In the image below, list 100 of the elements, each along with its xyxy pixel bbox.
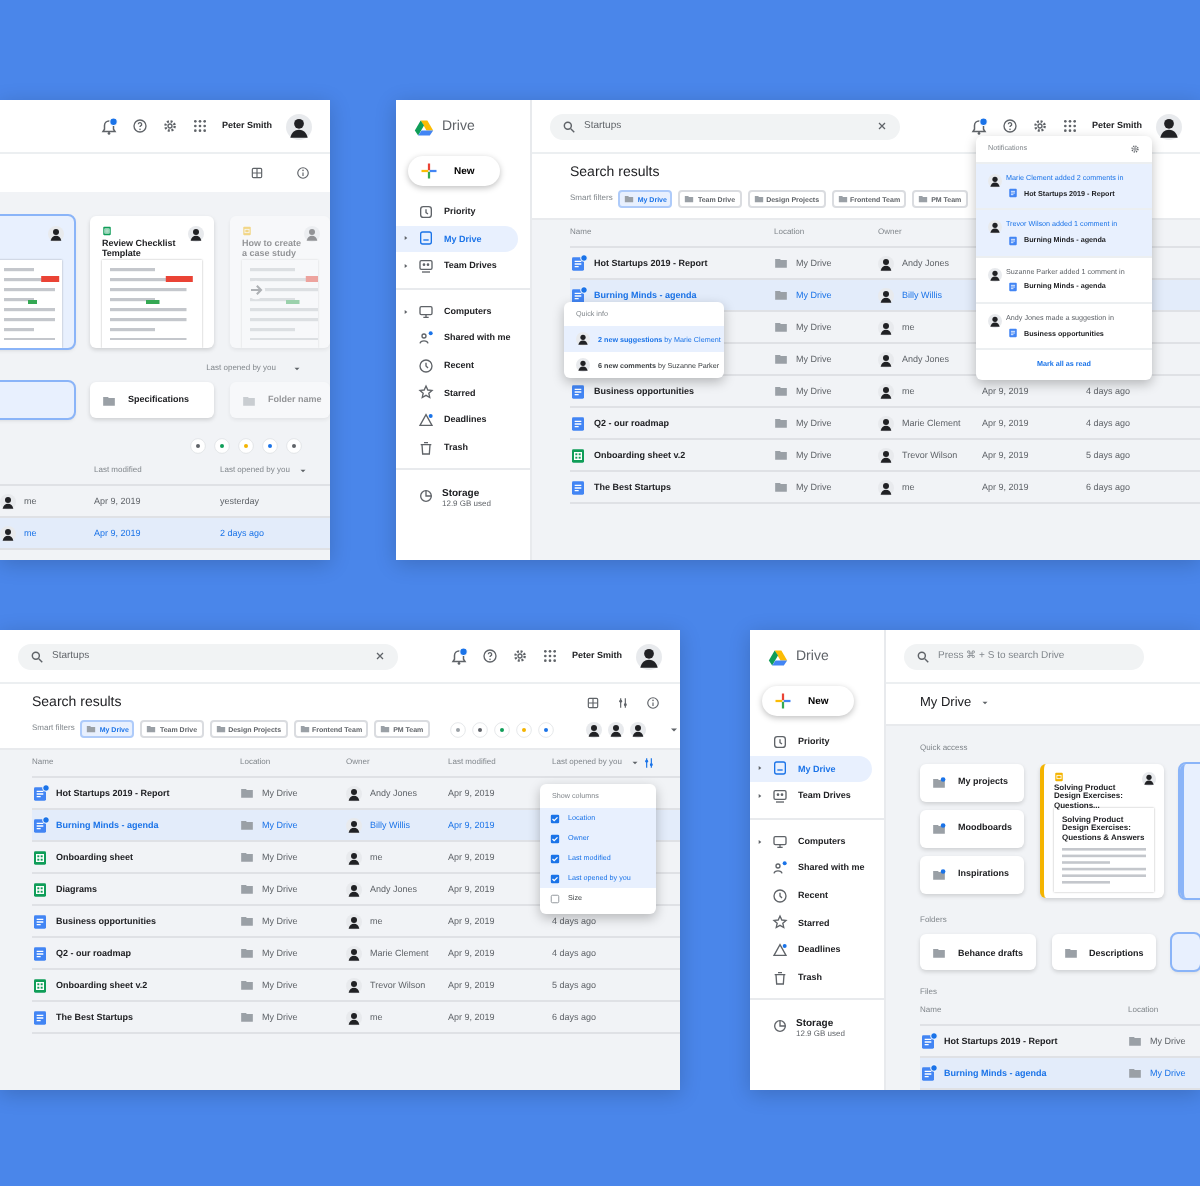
help-icon[interactable] bbox=[1001, 118, 1018, 134]
grid-view-icon[interactable] bbox=[250, 166, 264, 180]
folder-icon bbox=[774, 480, 788, 495]
apps-icon[interactable] bbox=[1061, 118, 1078, 134]
folder-icon bbox=[837, 194, 848, 205]
dropdown-icon[interactable] bbox=[979, 698, 990, 709]
avatar-icon bbox=[878, 287, 894, 304]
notifications-icon[interactable] bbox=[99, 117, 118, 135]
document-icon bbox=[1008, 328, 1018, 339]
info-icon[interactable] bbox=[646, 696, 660, 710]
priority-icon bbox=[418, 203, 434, 220]
sort-icon[interactable] bbox=[297, 466, 308, 476]
team-drives-icon bbox=[772, 787, 788, 804]
text-lines-drawing bbox=[1062, 847, 1146, 888]
document-icon bbox=[1008, 281, 1018, 292]
settings-icon[interactable] bbox=[1031, 118, 1048, 134]
avatar-icon bbox=[878, 415, 894, 432]
folder-icon bbox=[240, 914, 254, 929]
shared-icon bbox=[772, 860, 788, 877]
checkbox[interactable] bbox=[550, 893, 560, 904]
folder-icon bbox=[240, 978, 254, 993]
grid-view-icon[interactable] bbox=[586, 696, 600, 710]
trash-icon bbox=[418, 439, 434, 456]
avatar-icon bbox=[346, 785, 362, 802]
folder-icon bbox=[1128, 1066, 1142, 1081]
apps-icon[interactable] bbox=[541, 648, 558, 664]
avatar-icon bbox=[576, 358, 590, 373]
warning-icon bbox=[772, 941, 788, 958]
folder-icon bbox=[774, 384, 788, 399]
folder-icon bbox=[102, 393, 116, 407]
folder-icon bbox=[1128, 1034, 1142, 1049]
slides-icon bbox=[1054, 771, 1064, 782]
help-icon[interactable] bbox=[481, 648, 498, 664]
folder-icon bbox=[86, 724, 97, 735]
avatar-icon bbox=[188, 226, 204, 242]
avatar-icon bbox=[878, 351, 894, 368]
column-settings-icon[interactable] bbox=[642, 756, 656, 771]
folder-icon bbox=[932, 867, 946, 882]
clock-icon bbox=[418, 357, 434, 374]
clock-icon bbox=[772, 887, 788, 904]
document-preview-drawing bbox=[242, 260, 318, 348]
team-drives-icon bbox=[418, 257, 434, 274]
avatar-icon bbox=[48, 226, 64, 242]
search-icon bbox=[30, 649, 44, 663]
avatar-icon[interactable] bbox=[630, 721, 647, 738]
notifications-icon[interactable] bbox=[449, 647, 468, 665]
avatar-icon bbox=[878, 447, 894, 464]
avatar-icon bbox=[346, 977, 362, 994]
plus-icon bbox=[420, 162, 438, 180]
trash-icon bbox=[772, 969, 788, 986]
folder-icon bbox=[1063, 945, 1078, 960]
avatar-icon bbox=[878, 319, 894, 336]
avatar-icon bbox=[346, 945, 362, 962]
avatar-icon bbox=[988, 313, 1002, 328]
folder-icon bbox=[624, 194, 635, 205]
avatar-icon[interactable] bbox=[1156, 113, 1182, 139]
sort-icon[interactable] bbox=[629, 758, 640, 769]
sort-icon[interactable] bbox=[292, 364, 302, 374]
avatar-icon bbox=[346, 817, 362, 834]
folder-icon bbox=[774, 288, 788, 303]
folder-icon bbox=[146, 724, 157, 735]
avatar-icon bbox=[988, 267, 1002, 282]
more-icon[interactable] bbox=[668, 723, 680, 736]
avatar-icon bbox=[346, 913, 362, 930]
apps-icon[interactable] bbox=[191, 118, 208, 134]
folder-icon bbox=[240, 786, 254, 801]
document-preview-drawing bbox=[0, 260, 62, 348]
avatar-icon[interactable] bbox=[286, 113, 312, 139]
shared-icon bbox=[418, 330, 434, 347]
search-icon bbox=[916, 649, 930, 663]
close-icon[interactable] bbox=[374, 650, 386, 662]
avatar-icon[interactable] bbox=[636, 643, 662, 669]
drive-logo-icon bbox=[768, 648, 788, 668]
info-icon[interactable] bbox=[296, 166, 310, 180]
drive-icon bbox=[772, 760, 788, 777]
folder-icon bbox=[774, 448, 788, 463]
folder-icon bbox=[240, 818, 254, 833]
avatar-icon bbox=[878, 479, 894, 496]
help-icon[interactable] bbox=[131, 118, 148, 134]
file-card[interactable] bbox=[0, 216, 74, 348]
sort-options-icon[interactable] bbox=[616, 696, 630, 710]
notifications-icon[interactable] bbox=[969, 117, 988, 135]
folder-icon bbox=[774, 416, 788, 431]
avatar-icon bbox=[988, 174, 1002, 188]
avatar-icon[interactable] bbox=[586, 721, 603, 738]
avatar-icon bbox=[0, 525, 16, 541]
avatar-icon bbox=[878, 383, 894, 400]
plus-icon bbox=[774, 692, 792, 710]
document-icon bbox=[1008, 235, 1018, 246]
settings-icon[interactable] bbox=[511, 648, 528, 664]
settings-icon[interactable] bbox=[1130, 144, 1140, 154]
avatar-icon bbox=[988, 220, 1002, 235]
avatar-icon[interactable] bbox=[608, 721, 625, 738]
settings-icon[interactable] bbox=[161, 118, 178, 134]
drive-logo-icon bbox=[414, 118, 434, 138]
close-icon[interactable] bbox=[876, 120, 888, 132]
avatar-icon bbox=[346, 849, 362, 866]
folder-icon bbox=[753, 194, 764, 205]
document-preview-drawing bbox=[102, 260, 202, 348]
folder-icon bbox=[215, 724, 226, 735]
